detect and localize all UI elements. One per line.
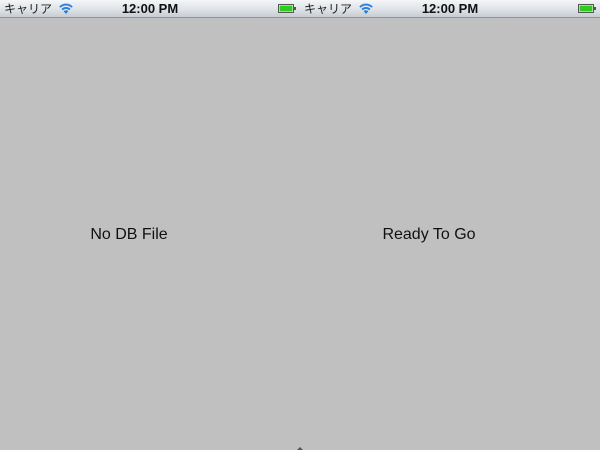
status-time: 12:00 PM bbox=[121, 1, 179, 16]
status-label: No DB File bbox=[90, 226, 168, 243]
right-screen: キャリア 12:00 PM Ready To Go bbox=[300, 0, 600, 450]
status-bar: キャリア 12:00 PM bbox=[0, 0, 300, 18]
status-time: 12:00 PM bbox=[421, 1, 479, 16]
status-bar: キャリア 12:00 PM bbox=[300, 0, 600, 18]
left-screen: キャリア 12:00 PM No DB File bbox=[0, 0, 300, 450]
battery-icon bbox=[578, 4, 596, 13]
simulator-pair: キャリア 12:00 PM No DB File キャリア 12:00 PM R… bbox=[0, 0, 600, 450]
status-label: Ready To Go bbox=[382, 226, 476, 243]
battery-icon bbox=[278, 4, 296, 13]
